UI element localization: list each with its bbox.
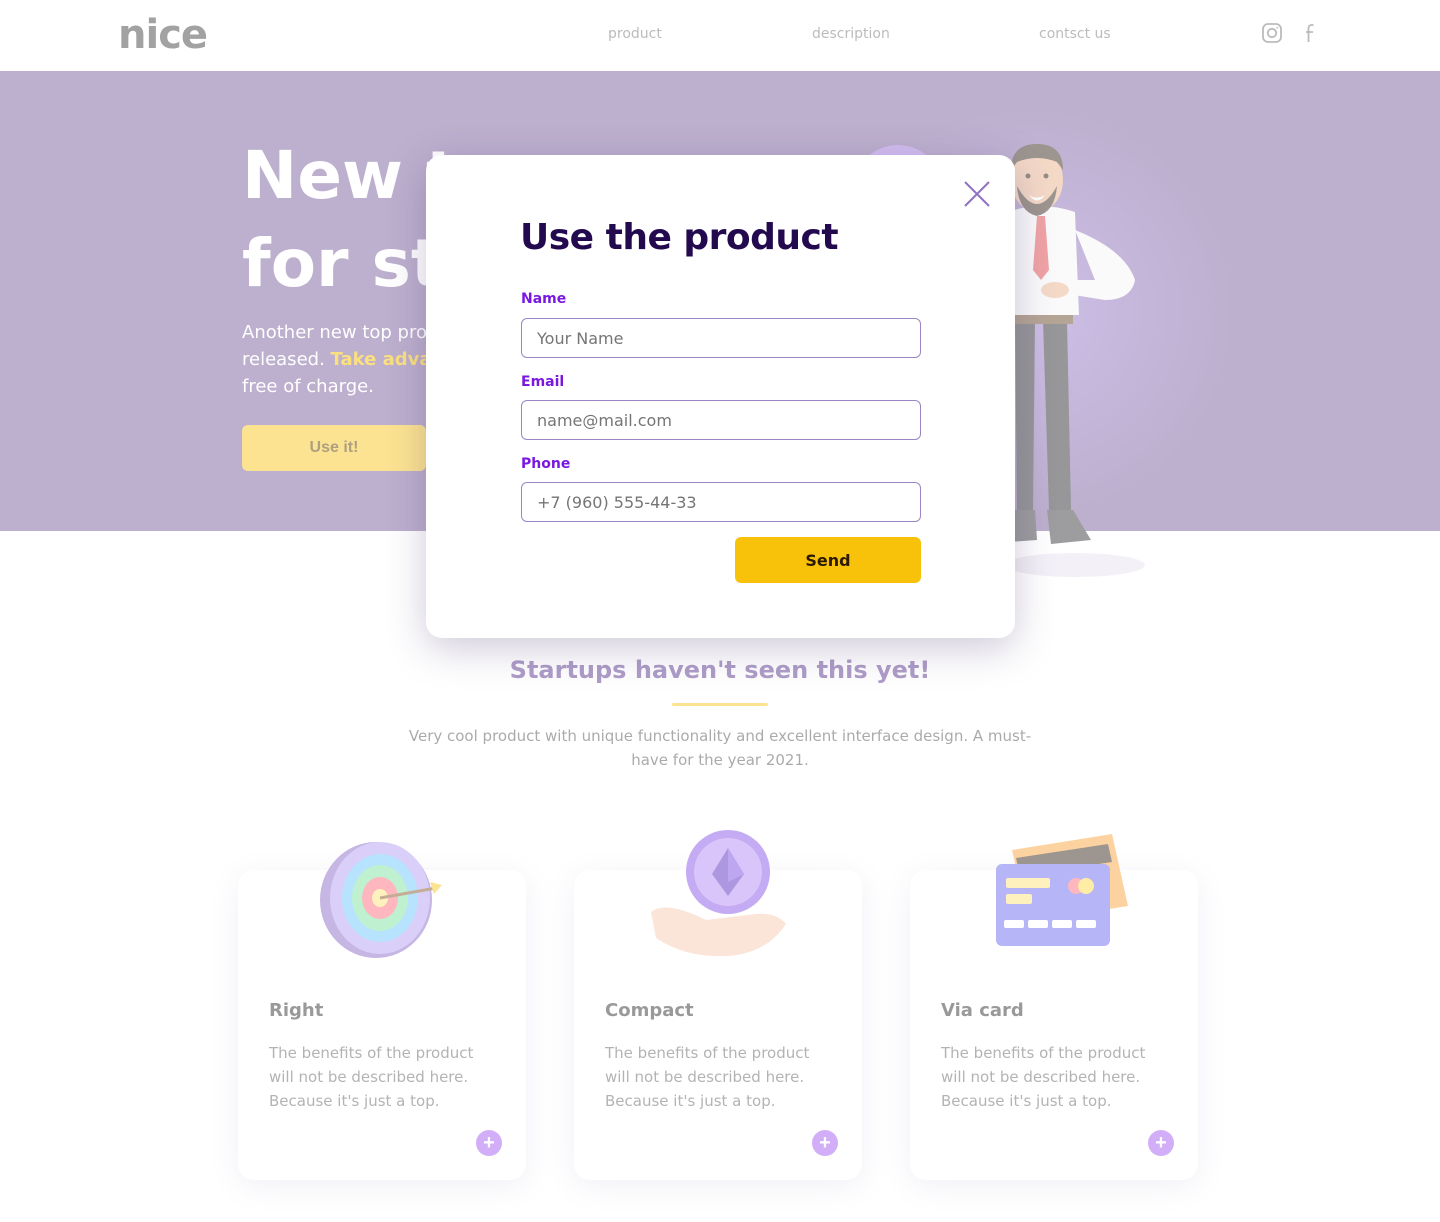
close-button[interactable]	[962, 179, 992, 209]
modal-title: Use the product	[520, 217, 839, 258]
name-label: Name	[521, 291, 567, 307]
close-icon	[964, 181, 990, 207]
phone-input[interactable]	[521, 482, 921, 522]
send-button[interactable]: Send	[735, 537, 921, 583]
use-product-modal: Use the product Name Email Phone Send	[426, 155, 1015, 638]
email-label: Email	[521, 374, 565, 390]
name-input[interactable]	[521, 318, 921, 358]
phone-label: Phone	[521, 456, 571, 472]
email-input[interactable]	[521, 400, 921, 440]
